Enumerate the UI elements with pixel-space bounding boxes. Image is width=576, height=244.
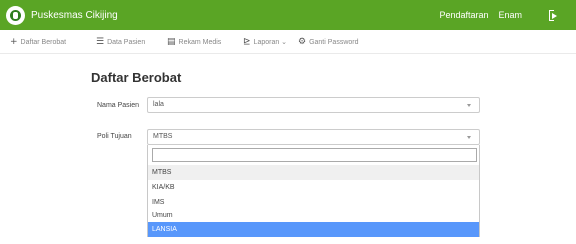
poli-label: Poli Tujuan	[97, 133, 132, 140]
patient-label: Nama Pasien	[97, 102, 140, 109]
gear-icon: ⚙	[298, 37, 307, 47]
nav-label: Ganti Password	[309, 38, 359, 46]
top-right-menu: Pendaftaran Enam	[439, 0, 576, 30]
nav-label: Daftar Berobat	[20, 38, 67, 46]
nav-data-pasien[interactable]: ☰ Data Pasien	[96, 30, 145, 54]
nav-daftar-berobat[interactable]: + Daftar Berobat	[10, 30, 66, 54]
plus-icon: +	[10, 37, 18, 47]
patient-value: lala	[153, 101, 164, 108]
user-link[interactable]: Enam	[498, 10, 522, 20]
nav-label: Data Pasien	[107, 38, 146, 46]
brand-name: Puskesmas Cikijing	[31, 9, 118, 21]
nav-rekam-medis[interactable]: ▤ Rekam Medis	[167, 30, 221, 54]
chevron-down-icon	[467, 136, 471, 139]
nav-laporan[interactable]: ⊵ Laporan ⌄	[243, 30, 287, 54]
pendaftaran-link[interactable]: Pendaftaran	[439, 10, 488, 20]
poli-dropdown: MTBS KIA/KB IMS Umum LANSIA	[147, 145, 480, 237]
nav-label: Laporan ⌄	[253, 39, 288, 46]
poli-value: MTBS	[153, 133, 173, 140]
nav-bar: + Daftar Berobat ☰ Data Pasien ▤ Rekam M…	[0, 30, 576, 54]
option-lansia[interactable]: LANSIA	[148, 222, 479, 237]
dropdown-search-input[interactable]	[152, 148, 477, 162]
book-icon: ▤	[167, 37, 176, 47]
brand[interactable]: Puskesmas Cikijing	[6, 4, 118, 26]
chevron-down-icon	[467, 104, 471, 107]
poli-select[interactable]: MTBS	[147, 129, 480, 145]
top-bar: Puskesmas Cikijing Pendaftaran Enam	[0, 0, 576, 30]
nav-label: Rekam Medis	[178, 38, 222, 46]
list-icon: ☰	[96, 37, 105, 47]
page-title: Daftar Berobat	[91, 70, 182, 85]
nav-ganti-password[interactable]: ⚙ Ganti Password	[298, 30, 359, 54]
patient-select[interactable]: lala	[147, 97, 480, 113]
option-umum[interactable]: Umum	[148, 208, 479, 223]
chart-icon: ⊵	[243, 37, 251, 47]
logout-icon[interactable]	[546, 0, 560, 30]
logo-icon	[6, 5, 25, 25]
option-kia-kb[interactable]: KIA/KB	[148, 180, 479, 195]
option-mtbs[interactable]: MTBS	[148, 165, 479, 180]
